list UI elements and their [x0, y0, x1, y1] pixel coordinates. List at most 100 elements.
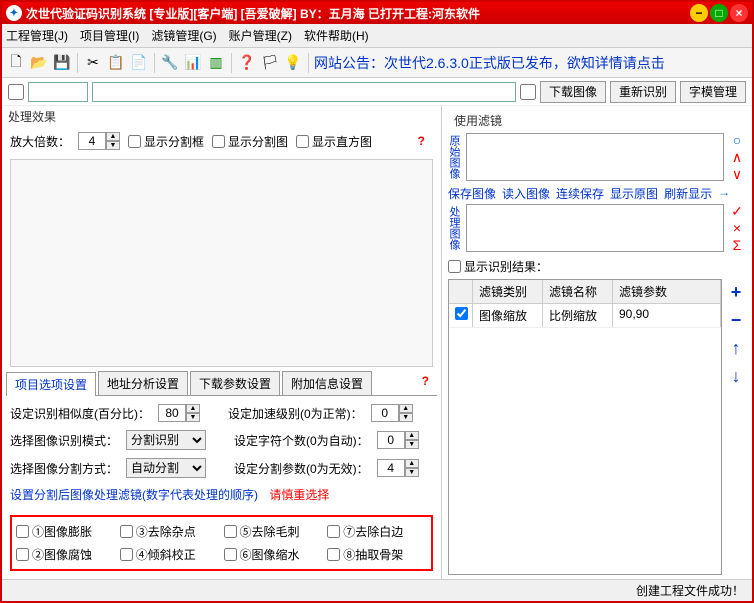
cb-shrink[interactable]: ⑥图像缩水 [224, 546, 324, 563]
url-input-2[interactable] [92, 82, 516, 102]
cb-erode[interactable]: ②图像腐蚀 [16, 546, 116, 563]
zoom-spinner[interactable]: ▲▼ [78, 132, 120, 150]
open-icon[interactable]: 📂 [29, 53, 49, 73]
arrow-right-icon[interactable]: → [718, 185, 730, 202]
cb-splitbox[interactable]: 显示分割框 [128, 133, 204, 150]
tab-url-analysis[interactable]: 地址分析设置 [98, 371, 188, 395]
mode-select[interactable]: 分割识别 [126, 430, 206, 450]
menu-filter[interactable]: 滤镜管理(G) [151, 27, 216, 44]
link-showorig[interactable]: 显示原图 [610, 185, 658, 202]
tabs-help-icon[interactable]: ? [414, 371, 437, 395]
orig-img-box [466, 133, 724, 181]
th-params: 滤镜参数 [613, 280, 721, 303]
download-image-button[interactable]: 下载图像 [540, 81, 606, 103]
chars-label: 设定字符个数(0为自动)： [234, 432, 369, 449]
cb-show-result[interactable]: 显示识别结果： [448, 254, 746, 279]
filter-box: ①图像膨胀 ③去除杂点 ⑤去除毛刺 ⑦去除白边 ②图像腐蚀 ④倾斜校正 ⑥图像缩… [10, 515, 433, 571]
filter-table: 滤镜类别 滤镜名称 滤镜参数 图像缩放 比例缩放 90,90 [448, 279, 722, 575]
filter-warn: 请慎重选择 [269, 488, 329, 502]
cell-param: 90,90 [613, 304, 721, 327]
cell-cat: 图像缩放 [473, 304, 543, 327]
help-icon[interactable]: ❓ [237, 53, 257, 73]
table-row[interactable]: 图像缩放 比例缩放 90,90 [449, 304, 721, 328]
split-select[interactable]: 自动分割 [126, 458, 206, 478]
close-button[interactable]: × [730, 4, 748, 22]
maximize-button[interactable]: □ [710, 4, 728, 22]
cb-histogram[interactable]: 显示直方图 [296, 133, 372, 150]
op-up-icon[interactable]: ∧ [732, 150, 742, 164]
settings-tabs: 项目选项设置 地址分析设置 下载参数设置 附加信息设置 ? [6, 371, 437, 396]
titlebar: ✦ 次世代验证码识别系统 [专业版][客户端] [吾爱破解] BY：五月海 已打… [2, 2, 752, 24]
menu-help[interactable]: 软件帮助(H) [304, 27, 369, 44]
use-filter-label: 使用滤镜 [448, 110, 746, 131]
save-icon[interactable]: 💾 [52, 53, 72, 73]
cell-name: 比例缩放 [543, 304, 613, 327]
cb-dilate[interactable]: ①图像膨胀 [16, 523, 116, 540]
spin-down-icon[interactable]: ▼ [106, 141, 120, 150]
link-contsave[interactable]: 连续保存 [556, 185, 604, 202]
chart-icon[interactable]: 📊 [183, 53, 203, 73]
tab-project-options[interactable]: 项目选项设置 [6, 372, 96, 396]
cb-splitimg[interactable]: 显示分割图 [212, 133, 288, 150]
announcement[interactable]: 网站公告：次世代2.6.3.0正式版已发布，欲知详情请点击 [314, 53, 748, 73]
effect-label: 处理效果 [2, 106, 441, 127]
url-checkbox-2[interactable] [520, 84, 536, 100]
bulb-icon[interactable]: 💡 [283, 53, 303, 73]
movedown-icon[interactable]: ↓ [732, 367, 741, 385]
op-check-icon[interactable]: ✓ [731, 204, 743, 218]
new-icon[interactable]: 🗋 [6, 53, 26, 73]
op-circle-icon[interactable]: ○ [733, 133, 741, 147]
link-load[interactable]: 读入图像 [502, 185, 550, 202]
tool-icon[interactable]: 🔧 [160, 53, 180, 73]
row-checkbox[interactable] [455, 307, 468, 320]
sim-spinner[interactable]: ▲▼ [158, 404, 200, 422]
remove-icon[interactable]: − [731, 311, 742, 329]
cb-denoise[interactable]: ③去除杂点 [120, 523, 220, 540]
splitparam-spinner[interactable]: ▲▼ [377, 459, 419, 477]
moveup-icon[interactable]: ↑ [732, 339, 741, 357]
paste-icon[interactable]: 📄 [129, 53, 149, 73]
url-checkbox[interactable] [8, 84, 24, 100]
spin-up-icon[interactable]: ▲ [106, 132, 120, 141]
link-save[interactable]: 保存图像 [448, 185, 496, 202]
bars-icon[interactable]: ▥ [206, 53, 226, 73]
cb-skeleton[interactable]: ⑧抽取骨架 [327, 546, 427, 563]
effect-help-icon[interactable]: ? [410, 131, 433, 151]
title-text: 次世代验证码识别系统 [专业版][客户端] [吾爱破解] BY：五月海 已打开工… [26, 5, 690, 22]
cut-icon[interactable]: ✂ [83, 53, 103, 73]
proc-img-box [466, 204, 724, 252]
accel-spinner[interactable]: ▲▼ [371, 404, 413, 422]
accel-label: 设定加速级别(0为正常)： [228, 405, 363, 422]
menu-account[interactable]: 账户管理(Z) [229, 27, 292, 44]
op-x-icon[interactable]: × [733, 221, 741, 235]
rerecognize-button[interactable]: 重新识别 [610, 81, 676, 103]
menu-project[interactable]: 工程管理(J) [6, 27, 68, 44]
cb-trimwhite[interactable]: ⑦去除白边 [327, 523, 427, 540]
menu-item[interactable]: 项目管理(I) [80, 27, 139, 44]
op-sigma-icon[interactable]: Σ [733, 238, 742, 252]
th-category: 滤镜类别 [473, 280, 543, 303]
minimize-button[interactable]: − [690, 4, 708, 22]
op-down-icon[interactable]: ∨ [732, 167, 742, 181]
filter-title: 设置分割后图像处理滤镜(数字代表处理的顺序) [10, 488, 258, 502]
tab-extra-info[interactable]: 附加信息设置 [282, 371, 372, 395]
menubar: 工程管理(J) 项目管理(I) 滤镜管理(G) 账户管理(Z) 软件帮助(H) [2, 24, 752, 48]
tab-download-params[interactable]: 下载参数设置 [190, 371, 280, 395]
url-input-1[interactable] [28, 82, 88, 102]
cb-deburr[interactable]: ⑤去除毛刺 [224, 523, 324, 540]
cb-deskew[interactable]: ④倾斜校正 [120, 546, 220, 563]
flag-icon[interactable]: 🏳 [260, 53, 280, 73]
copy-icon[interactable]: 📋 [106, 53, 126, 73]
orig-img-label: 原始图像 [448, 133, 462, 181]
url-row: 下载图像 重新识别 字模管理 [2, 78, 752, 106]
toolbar: 🗋 📂 💾 ✂ 📋 📄 🔧 📊 ▥ ❓ 🏳 💡 网站公告：次世代2.6.3.0正… [2, 48, 752, 78]
chars-spinner[interactable]: ▲▼ [377, 431, 419, 449]
add-icon[interactable]: + [731, 283, 742, 301]
tab-body: 设定识别相似度(百分比)： ▲▼ 设定加速级别(0为正常)： ▲▼ 选择图像识别… [2, 396, 441, 579]
status-text: 创建工程文件成功！ [636, 582, 744, 599]
zoom-input[interactable] [78, 132, 106, 150]
sim-label: 设定识别相似度(百分比)： [10, 405, 150, 422]
split-label: 选择图像分割方式： [10, 460, 118, 477]
link-refresh[interactable]: 刷新显示 [664, 185, 712, 202]
font-manager-button[interactable]: 字模管理 [680, 81, 746, 103]
